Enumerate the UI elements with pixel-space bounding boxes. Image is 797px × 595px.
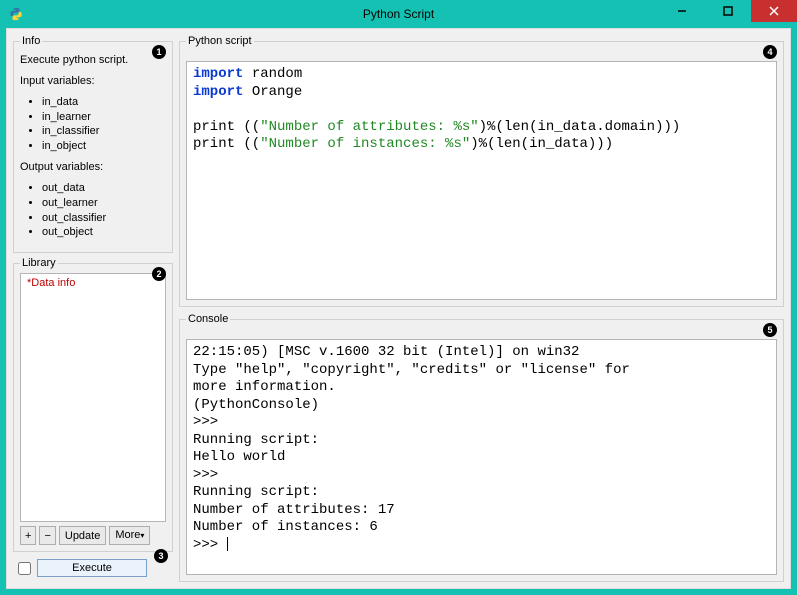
python-script-panel: Python script 4 import random import Ora…: [179, 35, 784, 307]
list-item: in_classifier: [42, 124, 166, 139]
close-button[interactable]: [751, 0, 797, 22]
input-vars-label: Input variables:: [20, 74, 166, 89]
window-controls: [659, 0, 797, 22]
list-item: in_object: [42, 139, 166, 154]
more-button-label: More: [115, 529, 140, 541]
execute-button[interactable]: Execute: [37, 559, 147, 577]
input-vars-list: in_data in_learner in_classifier in_obje…: [20, 95, 166, 154]
info-legend: Info: [20, 35, 42, 47]
maximize-button[interactable]: [705, 0, 751, 22]
output-vars-list: out_data out_learner out_classifier out_…: [20, 181, 166, 240]
python-icon: [8, 6, 24, 22]
code-text: random: [243, 66, 302, 82]
code-text: )%(len(in_data))): [470, 136, 613, 152]
list-item: out_object: [42, 225, 166, 240]
string-literal: "Number of instances: %s": [260, 136, 470, 152]
client-area: Info 1 Execute python script. Input vari…: [6, 28, 791, 589]
console-cursor: [227, 537, 228, 551]
library-legend: Library: [20, 257, 58, 269]
chevron-down-icon: ▾: [140, 531, 144, 540]
keyword: import: [193, 84, 243, 100]
code-text: )%(len(in_data.domain))): [479, 119, 681, 135]
string-literal: "Number of attributes: %s": [260, 119, 478, 135]
output-vars-label: Output variables:: [20, 160, 166, 175]
info-body: Execute python script. Input variables: …: [20, 53, 166, 240]
list-item: out_data: [42, 181, 166, 196]
list-item: out_learner: [42, 196, 166, 211]
console-line: >>>: [193, 537, 227, 553]
add-button[interactable]: +: [20, 526, 36, 545]
update-button[interactable]: Update: [59, 526, 106, 545]
badge-console: 5: [763, 323, 777, 337]
console-line: Hello world: [193, 449, 285, 465]
library-list[interactable]: *Data info: [20, 273, 166, 522]
execute-bar: 3 Execute: [13, 556, 173, 582]
library-item[interactable]: *Data info: [25, 276, 161, 290]
right-column: Python script 4 import random import Ora…: [179, 35, 784, 582]
more-button[interactable]: More▾: [109, 526, 150, 545]
library-buttons: + − Update More▾: [20, 526, 166, 545]
badge-info: 1: [152, 45, 166, 59]
console-line: Number of instances: 6: [193, 519, 378, 535]
list-item: in_data: [42, 95, 166, 110]
console-output[interactable]: 22:15:05) [MSC v.1600 32 bit (Intel)] on…: [186, 339, 777, 575]
minimize-button[interactable]: [659, 0, 705, 22]
console-line: Type "help", "copyright", "credits" or "…: [193, 362, 630, 378]
console-line: 22:15:05) [MSC v.1600 32 bit (Intel)] on…: [193, 344, 579, 360]
code-editor[interactable]: import random import Orange print (("Num…: [186, 61, 777, 300]
keyword: import: [193, 66, 243, 82]
console-line: (PythonConsole): [193, 397, 319, 413]
console-line: more information.: [193, 379, 336, 395]
badge-pyscript: 4: [763, 45, 777, 59]
auto-execute-checkbox[interactable]: [18, 562, 31, 575]
remove-button[interactable]: −: [39, 526, 55, 545]
titlebar: Python Script: [0, 0, 797, 28]
info-description: Execute python script.: [20, 53, 166, 68]
python-script-legend: Python script: [186, 35, 254, 47]
code-text: print ((: [193, 119, 260, 135]
code-text: print ((: [193, 136, 260, 152]
code-text: Orange: [243, 84, 302, 100]
badge-execute: 3: [154, 549, 168, 563]
console-line: Number of attributes: 17: [193, 502, 395, 518]
list-item: in_learner: [42, 110, 166, 125]
library-panel: Library 2 *Data info + − Update More▾: [13, 257, 173, 552]
console-line: >>>: [193, 414, 227, 430]
console-line: Running script:: [193, 484, 319, 500]
list-item: out_classifier: [42, 211, 166, 226]
console-legend: Console: [186, 313, 230, 325]
console-panel: Console 5 22:15:05) [MSC v.1600 32 bit (…: [179, 313, 784, 582]
left-column: Info 1 Execute python script. Input vari…: [13, 35, 173, 582]
info-panel: Info 1 Execute python script. Input vari…: [13, 35, 173, 253]
console-line: Running script:: [193, 432, 319, 448]
console-line: >>>: [193, 467, 227, 483]
